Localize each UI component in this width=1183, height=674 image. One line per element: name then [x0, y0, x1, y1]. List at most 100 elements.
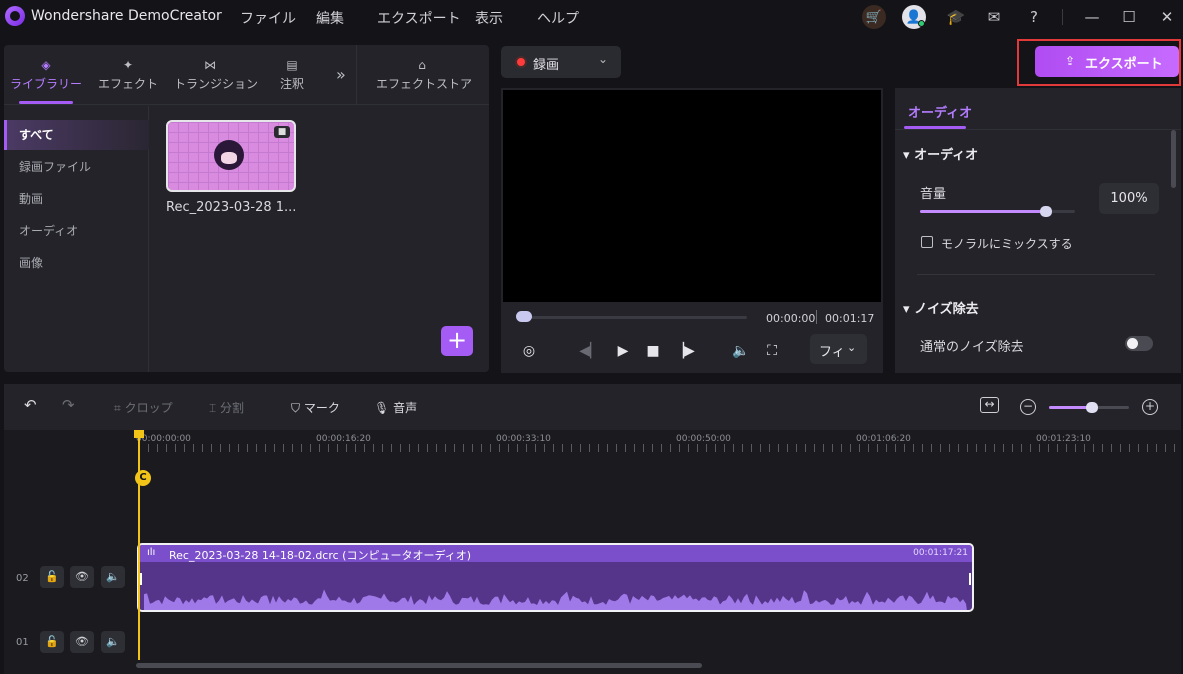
menu-edit[interactable]: 編集 [316, 8, 344, 28]
tab-effects[interactable]: ✦ エフェクト [92, 45, 164, 105]
fit-label: フィ [819, 345, 845, 360]
previous-frame-icon[interactable]: ◀▏ [579, 340, 601, 362]
close-icon[interactable]: ✕ [1155, 5, 1179, 29]
split-icon: ⌶ [209, 401, 217, 415]
section-audio-title: オーディオ [914, 148, 979, 163]
properties-scrollbar[interactable] [1171, 130, 1176, 188]
audio-clip[interactable]: ılı Rec_2023-03-28 14-18-02.dcrc (コンピュータ… [137, 543, 974, 612]
video-camera-icon: ■ [274, 126, 290, 138]
fullscreen-icon[interactable]: ⛶ [761, 340, 783, 362]
timeline-horizontal-scrollbar[interactable] [136, 663, 702, 668]
zoom-slider-fill [1049, 406, 1091, 409]
eye-icon[interactable]: 👁 [70, 566, 94, 588]
fit-dropdown[interactable]: フィ ⌄ [810, 334, 867, 364]
minimize-icon[interactable]: — [1080, 5, 1104, 29]
library-sidebar: すべて 録画ファイル 動画 オーディオ 画像 [4, 106, 149, 372]
library-panel: ◈ ライブラリー ✦ エフェクト ⋈ トランジション ▤ 注釈 » ⌂ エフェク… [4, 45, 489, 372]
video-canvas[interactable] [503, 90, 881, 302]
zoom-out-icon[interactable]: − [1020, 399, 1036, 415]
zoom-slider-handle[interactable] [1086, 402, 1098, 413]
microphone-icon: 🎙 [374, 401, 390, 415]
sidebar-item-all[interactable]: すべて [4, 120, 149, 150]
tab-audio-properties[interactable]: オーディオ [908, 102, 972, 121]
volume-label: 音量 [920, 187, 947, 202]
tab-annotations[interactable]: ▤ 注釈 [256, 45, 328, 105]
volume-value-input[interactable]: 100% [1099, 183, 1159, 214]
tab-effect-store[interactable]: ⌂ エフェクトストア [376, 45, 473, 105]
sparkle-icon: ✦ [122, 58, 134, 72]
mark-button[interactable]: ⛉ マーク [291, 399, 340, 416]
add-media-button[interactable]: + [441, 326, 473, 356]
volume-slider-fill [920, 210, 1045, 213]
fit-timeline-icon[interactable]: ↔ [980, 397, 999, 413]
next-frame-icon[interactable]: ▕▶ [673, 340, 695, 362]
mono-mix-checkbox[interactable] [921, 236, 933, 248]
clip-name: Rec_2023-03-28 14-18-02.dcrc (コンピュータオーディ… [169, 549, 471, 562]
section-divider [917, 274, 1155, 275]
crop-label: クロップ [124, 401, 173, 415]
redo-icon[interactable]: ↷ [62, 396, 75, 414]
lock-icon[interactable]: 🔓 [40, 566, 64, 588]
play-icon[interactable]: ▶ [612, 340, 634, 362]
tab-effects-label: エフェクト [97, 77, 158, 91]
ruler-label: 00:01:23:10 [1036, 434, 1091, 444]
scrub-track[interactable] [519, 316, 747, 319]
speaker-icon[interactable]: 🔈 [101, 566, 125, 588]
clip-trim-handle-right[interactable] [969, 573, 971, 585]
help-icon[interactable]: ? [1022, 5, 1046, 29]
snapshot-camera-icon[interactable]: ◎ [518, 340, 540, 362]
scrub-handle[interactable] [516, 311, 532, 322]
time-ruler[interactable]: 00:00:00:00 00:00:16:20 00:00:33:10 00:0… [4, 430, 1181, 456]
chevron-down-icon: ⌄ [847, 341, 857, 354]
media-thumbnail[interactable]: ■ [166, 120, 296, 192]
preview-panel: 00:00:00 00:01:17 ◎ ◀▏ ▶ ■ ▕▶ 🔈 ⛶ フィ ⌄ [501, 88, 883, 373]
split-label: 分割 [220, 401, 245, 415]
tab-effect-store-label: エフェクトストア [376, 77, 473, 91]
bowtie-icon: ⋈ [204, 58, 216, 72]
voice-button[interactable]: 🎙 音声 [374, 399, 417, 416]
section-denoise-header[interactable]: ▾ ノイズ除去 [903, 298, 979, 317]
sidebar-item-images[interactable]: 画像 [4, 248, 149, 278]
export-label: エクスポート [1085, 57, 1163, 72]
undo-icon[interactable]: ↶ [24, 396, 37, 414]
track-number: 01 [16, 637, 29, 648]
zoom-in-icon[interactable]: + [1142, 399, 1158, 415]
tab-transitions[interactable]: ⋈ トランジション [174, 45, 258, 105]
cart-icon[interactable]: 🛒 [862, 5, 886, 29]
sidebar-item-recordings[interactable]: 録画ファイル [4, 152, 149, 182]
menu-export[interactable]: エクスポート [377, 8, 461, 28]
ruler-label: 00:00:00:00 [136, 434, 191, 444]
sidebar-item-audio[interactable]: オーディオ [4, 216, 149, 246]
media-name: Rec_2023-03-28 1... [166, 200, 297, 215]
tab-library[interactable]: ◈ ライブラリー [10, 45, 82, 105]
volume-icon[interactable]: 🔈 [730, 340, 752, 362]
crop-button[interactable]: ⌗ クロップ [114, 399, 173, 416]
tab-divider [356, 45, 357, 105]
clip-trim-handle-left[interactable] [140, 573, 142, 585]
app-title: Wondershare DemoCreator [31, 8, 222, 24]
menu-help[interactable]: ヘルプ [537, 8, 579, 28]
stop-icon[interactable]: ■ [642, 340, 664, 362]
online-status-dot [918, 20, 925, 27]
section-audio-header[interactable]: ▾ オーディオ [903, 144, 978, 163]
maximize-icon[interactable]: ☐ [1117, 5, 1141, 29]
more-tabs-icon[interactable]: » [336, 65, 346, 84]
sidebar-item-video[interactable]: 動画 [4, 184, 149, 214]
graduation-cap-icon[interactable]: 🎓 [944, 5, 968, 29]
export-button[interactable]: ⇪ エクスポート [1035, 46, 1179, 77]
record-dropdown[interactable]: 録画 ⌄ [501, 46, 621, 78]
mark-label: マーク [303, 401, 340, 415]
record-dot-icon [515, 56, 527, 68]
split-button[interactable]: ⌶ 分割 [209, 399, 244, 416]
volume-slider-handle[interactable] [1040, 206, 1052, 217]
mail-icon[interactable]: ✉ [982, 5, 1006, 29]
menu-file[interactable]: ファイル [240, 8, 296, 28]
ruler-label: 00:00:16:20 [316, 434, 371, 444]
section-denoise-title: ノイズ除去 [914, 302, 979, 317]
eye-icon[interactable]: 👁 [70, 631, 94, 653]
menu-view[interactable]: 表示 [475, 8, 503, 28]
record-label: 録画 [533, 58, 560, 73]
playhead[interactable] [138, 430, 140, 660]
lock-icon[interactable]: 🔓 [40, 631, 64, 653]
speaker-icon[interactable]: 🔈 [101, 631, 125, 653]
